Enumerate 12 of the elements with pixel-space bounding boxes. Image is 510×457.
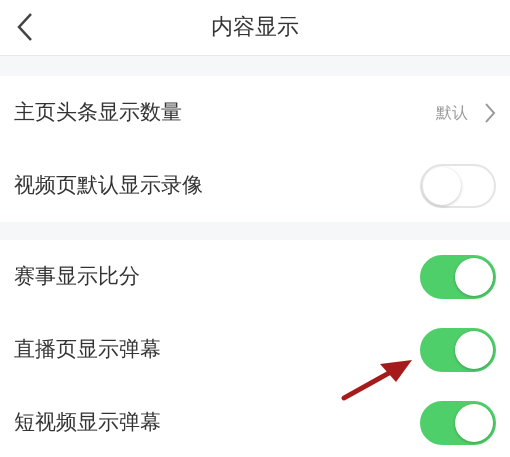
setting-label: 直播页显示弹幕 [14, 336, 161, 363]
setting-label: 视频页默认显示录像 [14, 172, 203, 199]
toggle-switch[interactable] [420, 400, 496, 444]
setting-label: 主页头条显示数量 [14, 98, 182, 126]
setting-label: 赛事显示比分 [14, 262, 140, 290]
chevron-icon [484, 102, 496, 124]
toggle-switch[interactable] [420, 254, 496, 298]
arrow-icon [340, 358, 414, 402]
page-title: 内容显示 [211, 14, 299, 42]
setting-value[interactable]: 默认 [436, 100, 468, 124]
setting-label: 短视频显示弹幕 [14, 408, 161, 436]
toggle-switch[interactable] [420, 328, 496, 372]
